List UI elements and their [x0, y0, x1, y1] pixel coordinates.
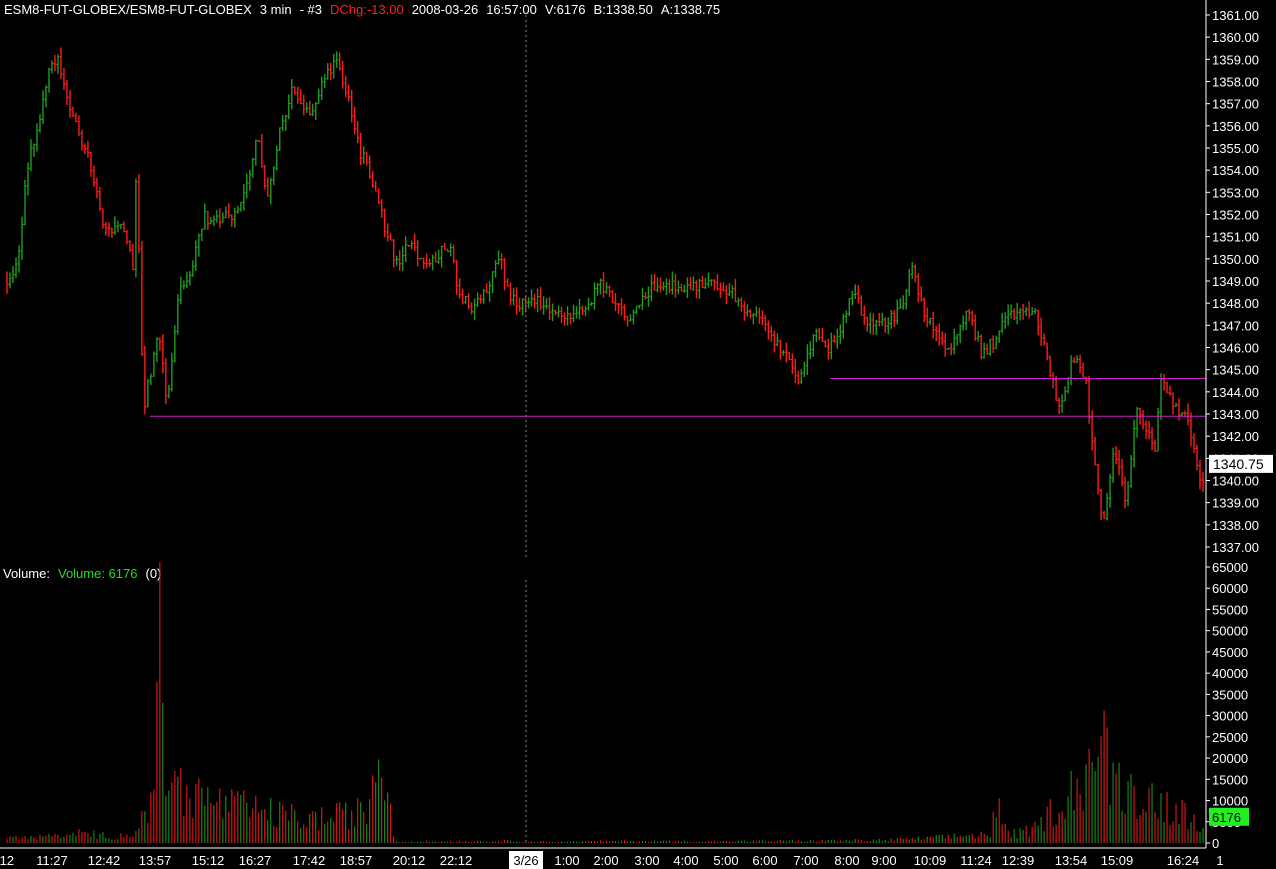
time-tick-label: 17:42: [293, 853, 326, 868]
volume-tick-label: 20000: [1212, 751, 1248, 766]
volume-tick-label: 0: [1212, 836, 1219, 851]
time-tick-label: :12: [0, 853, 14, 868]
price-tick-label: 1339.00: [1212, 496, 1259, 511]
volume-tick-label: 60000: [1212, 581, 1248, 596]
time-tick-label: 13:54: [1055, 853, 1088, 868]
price-tick-label: 1358.00: [1212, 75, 1259, 90]
price-tick-label: 1360.00: [1212, 30, 1259, 45]
price-tick-label: 1351.00: [1212, 230, 1259, 245]
price-tick-label: 1352.00: [1212, 208, 1259, 223]
price-tick-label: 1337.00: [1212, 540, 1259, 555]
time-tick-label: 18:57: [340, 853, 373, 868]
price-tick-label: 1350.00: [1212, 252, 1259, 267]
price-tick-label: 1353.00: [1212, 185, 1259, 200]
last-price-tag-label: 1340.75: [1213, 456, 1264, 472]
time-tick-label: 3:00: [634, 853, 659, 868]
price-tick-label: 1348.00: [1212, 296, 1259, 311]
price-panel: [5, 15, 1206, 560]
volume-tick-label: 65000: [1212, 560, 1248, 575]
time-tick-label: 20:12: [393, 853, 426, 868]
axes: 1361.00 1360.00 1359.00 1358.00 1357.00 1356.…: [0, 0, 1273, 869]
price-tick-label: 1345.00: [1212, 363, 1259, 378]
time-tick-label: 6:00: [752, 853, 777, 868]
price-tick-label: 1342.00: [1212, 429, 1259, 444]
price-tick-label: 1340.00: [1212, 474, 1259, 489]
price-tick-label: 1344.00: [1212, 385, 1259, 400]
price-tick-label: 1343.00: [1212, 407, 1259, 422]
price-tick-label: 1346.00: [1212, 341, 1259, 356]
volume-tick-label: 10000: [1212, 794, 1248, 809]
time-tick-label: 15:09: [1101, 853, 1134, 868]
time-tick-label: 11:24: [960, 853, 992, 868]
volume-tick-label: 55000: [1212, 602, 1248, 617]
volume-tick-label: 30000: [1212, 709, 1248, 724]
time-tick-label: 16:24: [1167, 853, 1200, 868]
volume-tick-label: 45000: [1212, 645, 1248, 660]
price-tick-label: 1354.00: [1212, 163, 1259, 178]
price-volume-chart[interactable]: 1361.00 1360.00 1359.00 1358.00 1357.00 1356.…: [0, 0, 1276, 869]
price-tick-label: 1338.00: [1212, 518, 1259, 533]
volume-tick-label: 15000: [1212, 772, 1248, 787]
price-tick-label: 1347.00: [1212, 318, 1259, 333]
time-tick-label: 12:42: [88, 853, 121, 868]
time-tick-label: 1:00: [554, 853, 579, 868]
time-tick-label: 12:39: [1002, 853, 1035, 868]
price-tick-label: 1357.00: [1212, 97, 1259, 112]
volume-panel: [6, 561, 1204, 845]
volume-tick-label: 35000: [1212, 687, 1248, 702]
time-tick-label: 22:12: [440, 853, 473, 868]
time-tick-label: 1: [1216, 853, 1223, 868]
volume-tick-label: 25000: [1212, 730, 1248, 745]
time-tick-label: 5:00: [713, 853, 738, 868]
time-tick-label: 4:00: [673, 853, 698, 868]
time-tick-label: 13:57: [139, 853, 172, 868]
time-tick-label: 10:09: [914, 853, 947, 868]
time-tick-label: 16:27: [239, 853, 272, 868]
last-volume-tag-label: 6176: [1212, 810, 1241, 825]
price-tick-label: 1359.00: [1212, 52, 1259, 67]
time-tick-label: 15:12: [192, 853, 225, 868]
volume-tick-label: 50000: [1212, 624, 1248, 639]
price-tick-label: 1355.00: [1212, 141, 1259, 156]
price-tick-label: 1349.00: [1212, 274, 1259, 289]
price-tick-label: 1361.00: [1212, 8, 1259, 23]
price-tick-label: 1356.00: [1212, 119, 1259, 134]
volume-tick-label: 40000: [1212, 666, 1248, 681]
time-tick-label: 2:00: [593, 853, 618, 868]
time-tick-label: 8:00: [834, 853, 859, 868]
time-tick-label: 11:27: [36, 853, 68, 868]
time-tick-label: 9:00: [871, 853, 896, 868]
time-tick-label: 7:00: [793, 853, 818, 868]
time-tick-label: 3/26: [513, 853, 538, 868]
